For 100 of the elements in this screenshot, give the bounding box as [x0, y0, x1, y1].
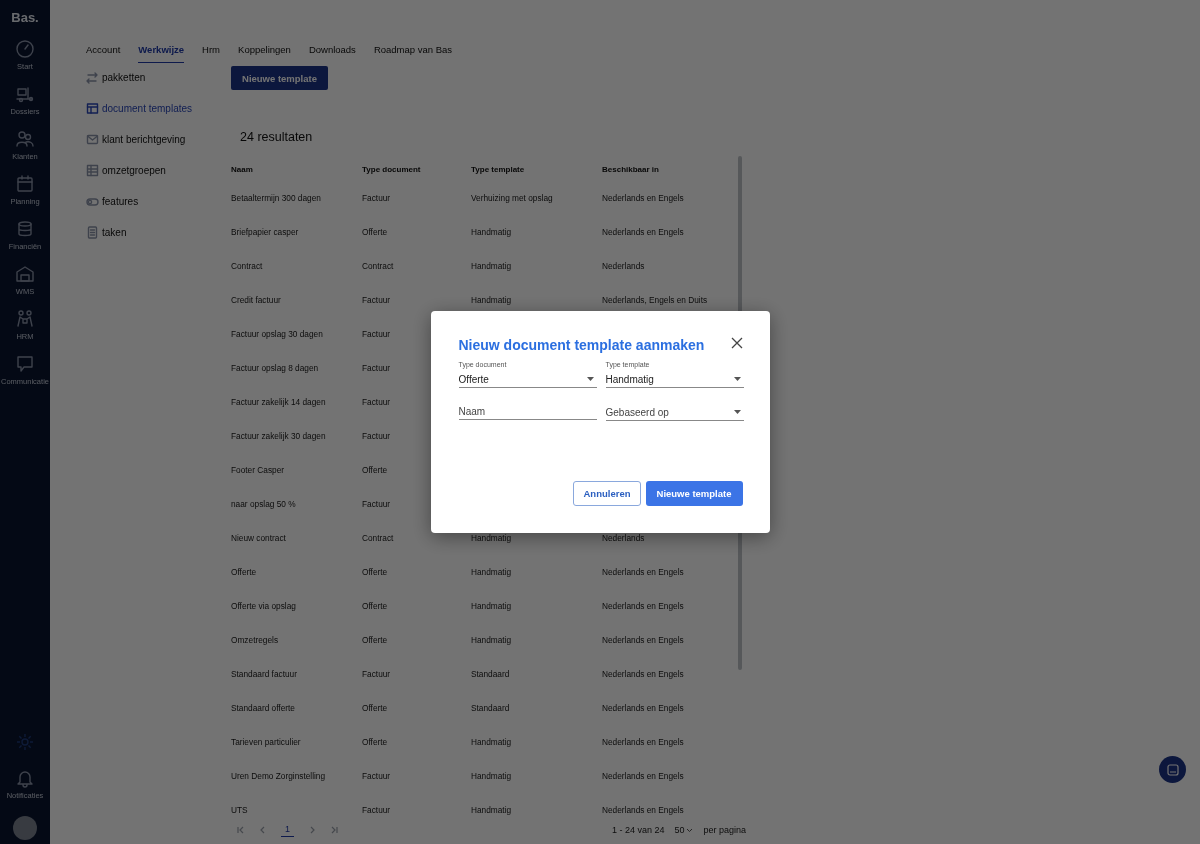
table-cell: Nederlands en Engels — [602, 193, 684, 204]
avatar[interactable] — [13, 816, 37, 840]
tab[interactable]: Roadmap van Bas — [373, 42, 453, 63]
subnav-item[interactable]: pakketten — [86, 70, 231, 84]
table-cell: Factuur zakelijk 14 dagen — [231, 397, 326, 408]
next-page-icon[interactable] — [308, 826, 316, 834]
per-page-select[interactable]: 50 — [674, 825, 694, 835]
table-cell: naar opslag 50 % — [231, 499, 296, 510]
table-cell: Offerte — [362, 601, 388, 612]
table-cell: Credit factuur — [231, 295, 281, 306]
table-cell: Factuur — [362, 329, 391, 340]
tab[interactable]: Koppelingen — [238, 42, 291, 63]
document-icon — [86, 225, 99, 239]
table-cell: Handmatig — [471, 567, 512, 578]
table-cell: Contract — [231, 261, 263, 272]
tab[interactable]: Account — [86, 42, 121, 63]
table-cell: Factuur — [362, 397, 391, 408]
column-header[interactable]: Type document — [362, 165, 471, 176]
column-header[interactable]: Type template — [471, 165, 602, 176]
subnav-item[interactable]: document templates — [86, 101, 231, 115]
table-cell: Factuur — [362, 771, 391, 782]
table-cell: Nederlands en Engels — [602, 737, 684, 748]
people-icon — [15, 129, 35, 149]
tab[interactable]: Werkwijze — [138, 42, 185, 63]
table-cell: Handmatig — [471, 805, 512, 816]
layout-icon — [86, 101, 99, 115]
table-cell: Nederlands — [602, 533, 645, 544]
table-cell: Briefpapier casper — [231, 227, 299, 238]
table-cell: Nieuw contract — [231, 533, 286, 544]
table-cell: Nederlands en Engels — [602, 703, 684, 714]
table-cell: Handmatig — [471, 533, 512, 544]
table-cell: Betaaltermijn 300 dagen — [231, 193, 321, 204]
chevron-down-icon — [686, 827, 694, 833]
chat-button[interactable] — [1159, 756, 1186, 783]
message-icon — [1166, 763, 1179, 776]
table-cell: Omzetregels — [231, 635, 279, 646]
tab[interactable]: Downloads — [308, 42, 356, 63]
cancel-button[interactable]: Annuleren — [572, 481, 641, 506]
table-cell: Standaard — [471, 703, 510, 714]
calendar-icon — [15, 174, 35, 194]
caret-icon — [733, 410, 741, 414]
close-icon[interactable] — [730, 337, 743, 349]
page-range: 1 - 24 van 24 — [611, 825, 665, 835]
select-field[interactable]: Offerte — [458, 371, 597, 388]
dialog-title: Nieuw document template aanmaken — [458, 337, 705, 353]
arrows-icon — [86, 70, 99, 84]
table-cell: Factuur zakelijk 30 dagen — [231, 431, 326, 442]
per-page-label: per pagina — [703, 825, 746, 835]
chat-bubble-icon — [15, 354, 35, 374]
create-button[interactable]: Nieuwe template — [645, 481, 743, 506]
table-cell: Handmatig — [471, 635, 512, 646]
table-cell: Offerte — [362, 567, 388, 578]
table-cell: Standaard factuur — [231, 669, 297, 680]
settings-icon — [15, 732, 35, 752]
last-page-icon[interactable] — [330, 826, 338, 834]
subnav-item[interactable]: klant berichtgeving — [86, 132, 231, 146]
table-cell: Offerte — [362, 635, 388, 646]
input-field[interactable]: Naam — [458, 404, 597, 420]
table-cell: Factuur opslag 30 dagen — [231, 329, 323, 340]
table-cell: Nederlands en Engels — [602, 227, 684, 238]
table-cell: Offerte — [362, 737, 388, 748]
tab[interactable]: Hrm — [202, 42, 221, 63]
subnav-item[interactable]: taken — [86, 225, 231, 239]
previous-page-icon[interactable] — [259, 826, 267, 834]
select-field[interactable]: Handmatig — [605, 371, 744, 388]
logo: Bas. — [11, 9, 39, 27]
select-field[interactable]: Gebaseerd op — [605, 404, 744, 421]
table-cell: Factuur — [362, 431, 391, 442]
subnav-item[interactable]: omzetgroepen — [86, 163, 231, 177]
table-cell: Handmatig — [471, 227, 512, 238]
table-cell: Factuur opslag 8 dagen — [231, 363, 319, 374]
table-cell: Handmatig — [471, 737, 512, 748]
page-number[interactable]: 1 — [281, 823, 294, 837]
table-cell: Offerte via opslag — [231, 601, 296, 612]
coins-icon — [15, 219, 35, 239]
table-cell: Nederlands en Engels — [602, 805, 684, 816]
table-cell: Factuur — [362, 295, 391, 306]
new-template-button[interactable]: Nieuwe template — [231, 66, 328, 90]
table-cell: Offerte — [362, 465, 388, 476]
table-cell: Standaard — [471, 669, 510, 680]
table-cell: Contract — [362, 261, 394, 272]
table-cell: Handmatig — [471, 601, 512, 612]
table-cell: Footer Casper — [231, 465, 285, 476]
column-header[interactable]: Naam — [231, 165, 362, 176]
table-cell: Handmatig — [471, 771, 512, 782]
table-cell: Nederlands en Engels — [602, 567, 684, 578]
table-cell: Standaard offerte — [231, 703, 295, 714]
column-header[interactable]: Beschikbaar in — [602, 165, 738, 176]
table-cell: Factuur — [362, 363, 391, 374]
table-cell: Offerte — [362, 227, 388, 238]
subnav-item[interactable]: features — [86, 194, 231, 208]
mail-icon — [86, 132, 99, 146]
table-cell: Verhuizing met opslag — [471, 193, 553, 204]
table-cell: Factuur — [362, 499, 391, 510]
first-page-icon[interactable] — [237, 826, 245, 834]
table-cell: Offerte — [231, 567, 257, 578]
table-cell: Handmatig — [471, 295, 512, 306]
table-cell: UTS — [231, 805, 248, 816]
warehouse-icon — [15, 264, 35, 284]
table-cell: Uren Demo Zorginstelling — [231, 771, 326, 782]
